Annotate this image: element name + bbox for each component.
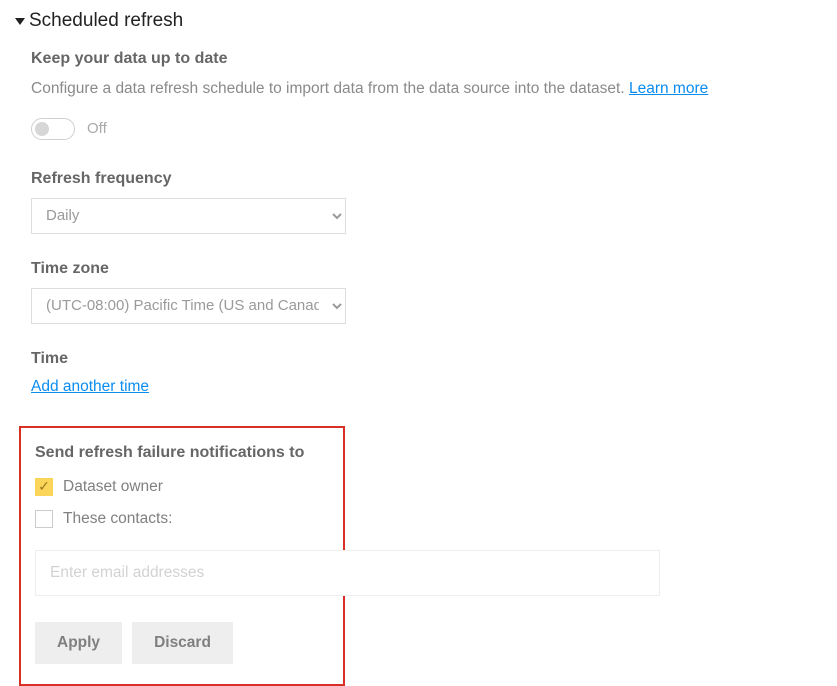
frequency-label: Refresh frequency (31, 170, 817, 188)
section-header[interactable]: Scheduled refresh (0, 10, 837, 32)
email-input-wrap (35, 542, 329, 622)
toggle-knob-icon (35, 122, 49, 136)
frequency-select[interactable]: Daily (31, 198, 346, 234)
toggle-state-label: Off (87, 120, 107, 137)
contacts-checkbox-label: These contacts: (63, 510, 172, 528)
section-content: Keep your data up to date Configure a da… (0, 50, 837, 396)
contacts-checkbox-row: These contacts: (35, 510, 329, 528)
owner-checkbox-label: Dataset owner (63, 478, 163, 496)
contacts-checkbox[interactable] (35, 510, 53, 528)
button-row: Apply Discard (35, 622, 329, 664)
add-time-link[interactable]: Add another time (31, 378, 149, 396)
email-input[interactable] (35, 550, 660, 596)
toggle-row: Off (31, 118, 817, 140)
apply-button[interactable]: Apply (35, 622, 122, 664)
caret-down-icon (15, 18, 25, 25)
time-label: Time (31, 350, 817, 368)
keep-data-description: Configure a data refresh schedule to imp… (31, 78, 817, 100)
section-title: Scheduled refresh (29, 10, 183, 32)
timezone-select[interactable]: (UTC-08:00) Pacific Time (US and Canada) (31, 288, 346, 324)
keep-data-heading: Keep your data up to date (31, 50, 817, 68)
discard-button[interactable]: Discard (132, 622, 233, 664)
timezone-label: Time zone (31, 260, 817, 278)
owner-checkbox-row: ✓ Dataset owner (35, 478, 329, 496)
learn-more-link[interactable]: Learn more (629, 80, 708, 97)
owner-checkbox[interactable]: ✓ (35, 478, 53, 496)
notifications-heading: Send refresh failure notifications to (35, 444, 329, 462)
check-icon: ✓ (38, 478, 50, 495)
description-text: Configure a data refresh schedule to imp… (31, 80, 629, 97)
refresh-toggle[interactable] (31, 118, 75, 140)
notifications-highlight-box: Send refresh failure notifications to ✓ … (19, 426, 345, 686)
